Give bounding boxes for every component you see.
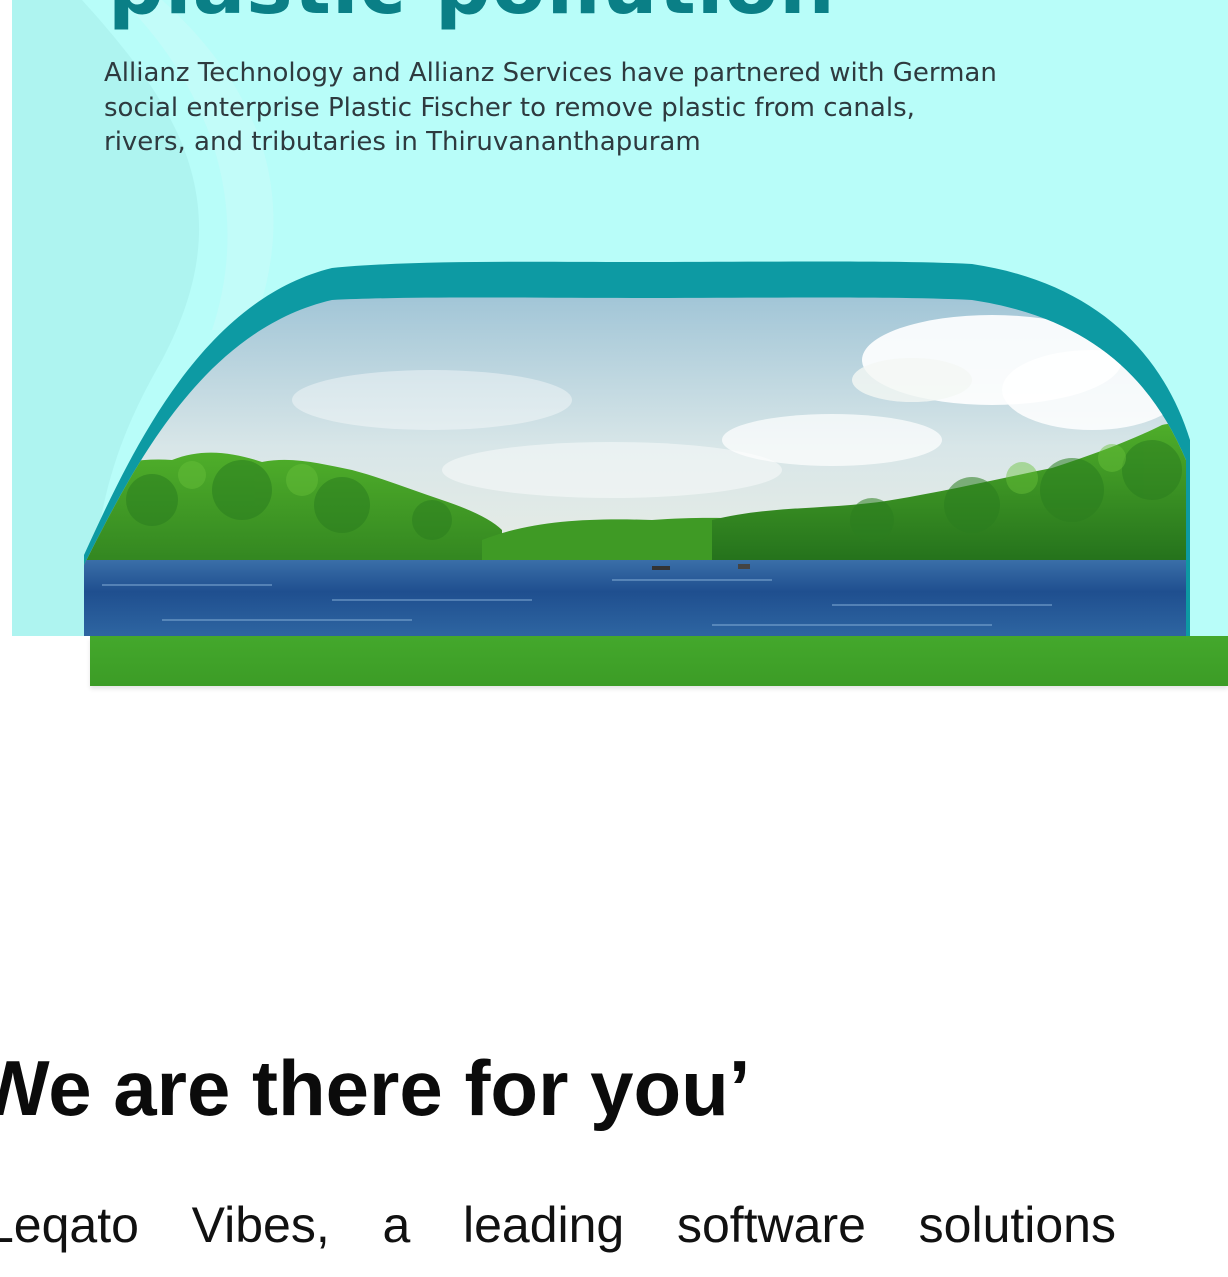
banner-card: plastic pollution Allianz Technology and… bbox=[12, 0, 1228, 636]
river-mangrove-photo bbox=[84, 261, 1190, 636]
green-accent-bar bbox=[90, 636, 1228, 686]
section-body-text: Leqato Vibes, a leading software solutio… bbox=[0, 1197, 1116, 1253]
section-heading: We are there for you’ bbox=[0, 1044, 751, 1132]
